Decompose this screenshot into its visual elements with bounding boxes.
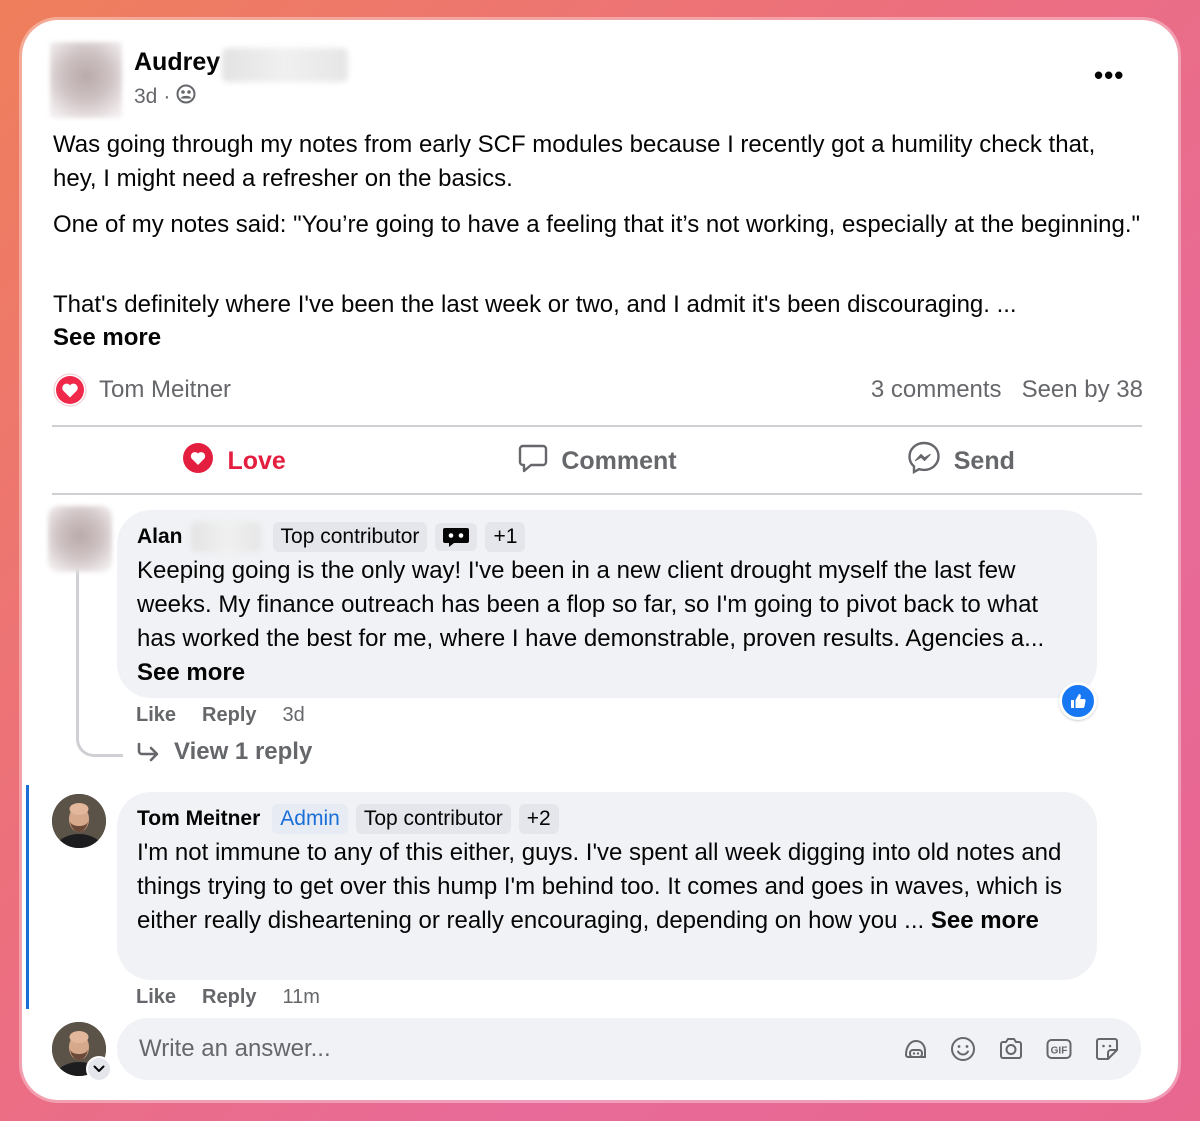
group-icon (176, 84, 196, 110)
admin-badge[interactable]: Admin (272, 804, 348, 834)
post-paragraph-3: That's definitely where I've been the la… (53, 291, 1017, 318)
more-badges-count[interactable]: +1 (485, 522, 526, 552)
more-badges-count[interactable]: +2 (518, 804, 559, 834)
comment-header-2: Tom Meitner Admin Top contributor +2 (137, 802, 1077, 836)
post-meta: 3d · (134, 84, 196, 110)
svg-text:GIF: GIF (1051, 1046, 1068, 1057)
top-contributor-badge[interactable]: Top contributor (355, 804, 511, 834)
chevron-down-icon (93, 1065, 105, 1072)
divider-bottom (52, 493, 1142, 495)
post-card: Audrey 3d · ••• Was going through my not… (22, 20, 1178, 1100)
view-replies-link[interactable]: View 1 reply (136, 738, 312, 766)
profile-switch-button[interactable] (86, 1056, 112, 1082)
comment-reply-button[interactable]: Reply (202, 986, 256, 1009)
comment-see-more[interactable]: See more (931, 907, 1039, 934)
comment-time[interactable]: 11m (283, 986, 320, 1009)
comment-see-more[interactable]: See more (137, 659, 245, 686)
gif-icon[interactable]: GIF (1045, 1035, 1073, 1063)
comment-header-1: Alan Top contributor +1 (137, 520, 1077, 554)
like-reaction-badge[interactable] (1059, 682, 1097, 720)
comment-reply-button[interactable]: Reply (202, 704, 256, 727)
reply-arrow-icon (137, 742, 159, 762)
comment-body: I'm not immune to any of this either, gu… (137, 839, 1063, 934)
meta-separator: · (163, 85, 171, 108)
emoji-icon[interactable] (949, 1035, 977, 1063)
comment-bubble-1: Alan Top contributor +1 Keeping going is… (117, 510, 1097, 698)
post-action-bar: Love Comment Send (52, 428, 1142, 494)
camera-icon[interactable] (997, 1035, 1025, 1063)
comment-time[interactable]: 3d (283, 704, 305, 727)
more-options-icon[interactable]: ••• (1094, 60, 1124, 91)
comment-like-button[interactable]: Like (136, 704, 176, 727)
comment-actions-2: Like Reply 11m (136, 986, 320, 1009)
send-button[interactable]: Send (779, 428, 1142, 494)
comment-like-button[interactable]: Like (136, 986, 176, 1009)
comment-text-1: Keeping going is the only way! I've been… (137, 554, 1077, 690)
heart-icon (181, 441, 215, 482)
view-replies-label: View 1 reply (174, 738, 313, 765)
chat-badge-icon (443, 528, 470, 547)
see-more-link[interactable]: See more (53, 321, 1143, 355)
commenter-name[interactable]: Tom Meitner (137, 807, 260, 831)
top-contributor-badge[interactable]: Top contributor (272, 522, 428, 552)
comment-bubble-2: Tom Meitner Admin Top contributor +2 I'm… (117, 792, 1097, 980)
divider-top (52, 425, 1142, 427)
love-label: Love (227, 446, 286, 475)
post-author-name[interactable]: Audrey (134, 48, 220, 77)
reactor-name[interactable]: Tom Meitner (99, 376, 231, 404)
author-avatar[interactable] (50, 42, 122, 118)
reply-thread-connector (76, 568, 123, 757)
answer-input[interactable] (137, 1034, 901, 1064)
composer-tools: GIF (901, 1035, 1121, 1063)
messenger-icon (906, 440, 942, 483)
love-button[interactable]: Love (52, 428, 415, 494)
conversation-starter-badge[interactable] (435, 523, 478, 551)
redacted-surname (190, 522, 261, 552)
love-reaction-icon[interactable] (53, 373, 87, 407)
comment-label: Comment (561, 446, 677, 475)
seen-by-count[interactable]: Seen by 38 (1022, 376, 1143, 404)
comments-count[interactable]: 3 comments (871, 376, 1002, 404)
reactions-summary: Tom Meitner 3 comments Seen by 38 (53, 372, 1143, 408)
commenter-name[interactable]: Alan (137, 525, 183, 549)
comment-body: Keeping going is the only way! I've been… (137, 557, 1045, 652)
post-paragraph-2: One of my notes said: "You’re going to h… (53, 211, 1141, 238)
send-label: Send (953, 446, 1015, 475)
comment-button[interactable]: Comment (415, 428, 778, 494)
comment-text-2: I'm not immune to any of this either, gu… (137, 836, 1077, 938)
comment-actions-1: Like Reply 3d (136, 704, 305, 727)
comment-icon (517, 442, 549, 481)
redacted-surname (222, 48, 348, 82)
commenter-avatar-tom[interactable] (52, 794, 106, 848)
post-paragraph-1: Was going through my notes from early SC… (53, 131, 1096, 192)
thumbs-up-icon (1071, 694, 1086, 708)
commenter-avatar-alan[interactable] (48, 506, 112, 572)
sticker-icon[interactable] (1093, 1035, 1121, 1063)
post-time[interactable]: 3d (134, 85, 157, 109)
avatar-sticker-icon[interactable] (901, 1035, 929, 1063)
answer-composer: GIF (117, 1018, 1141, 1080)
highlighted-comment-indicator (26, 785, 29, 1009)
